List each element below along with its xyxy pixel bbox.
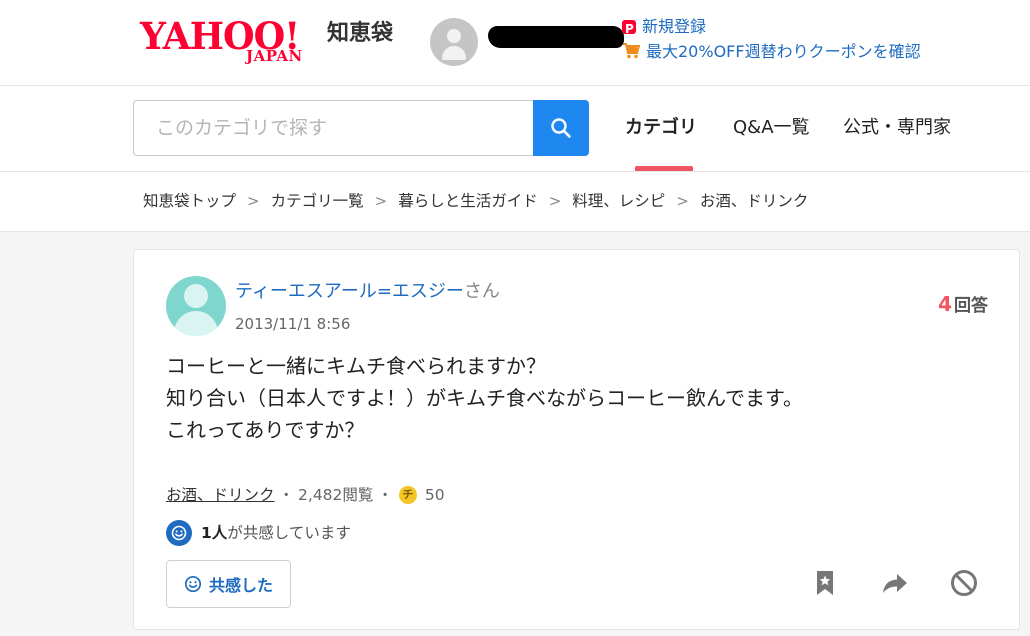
register-link[interactable]: 新規登録	[622, 16, 707, 40]
avatar-head-shape	[447, 29, 461, 43]
questioner-avatar[interactable]	[166, 276, 226, 336]
question-line: コーヒーと一緒にキムチ食べられますか？	[166, 354, 546, 378]
question-line: 知り合い（日本人ですよ！）がキムチ食べながらコーヒー飲んでます。	[166, 386, 803, 410]
breadcrumb-item-life-guide[interactable]: 暮らしと生活ガイド	[398, 190, 538, 212]
question-date: 2013/11/1 8:56	[235, 315, 351, 333]
questioner-name: ティーエスアール=エスジーさん	[235, 280, 500, 304]
avatar-torso-shape	[442, 46, 466, 60]
smile-outline-icon	[184, 575, 202, 593]
coupon-link-label: 最大20%OFF週替わりクーポンを確認	[646, 42, 921, 61]
answer-count-label: 回答	[954, 296, 988, 316]
question-meta: お酒、ドリンク ・ 2,482閲覧 ・ チ 50	[166, 484, 445, 506]
service-name[interactable]: 知恵袋	[327, 20, 393, 48]
coupon-link[interactable]: 最大20%OFF週替わりクーポンを確認	[622, 41, 921, 63]
breadcrumb: 知恵袋トップ > カテゴリ一覧 > 暮らしと生活ガイド > 料理、レシピ > お…	[0, 172, 1030, 232]
tab-official-experts[interactable]: 公式・専門家	[843, 116, 951, 140]
breadcrumb-separator: >	[676, 192, 689, 210]
empathy-button[interactable]: 共感した	[166, 560, 291, 608]
user-avatar[interactable]	[430, 18, 478, 66]
search-icon	[551, 118, 571, 138]
breadcrumb-list: 知恵袋トップ > カテゴリ一覧 > 暮らしと生活ガイド > 料理、レシピ > お…	[143, 190, 808, 212]
site-header: YAHOO! JAPAN 知恵袋 新規登録 最大20%OFF週替わりクーポンを確…	[0, 0, 1030, 86]
coin-icon: チ	[398, 486, 417, 504]
breadcrumb-item-cooking[interactable]: 料理、レシピ	[572, 190, 665, 212]
breadcrumb-separator: >	[247, 192, 260, 210]
category-search-input[interactable]	[134, 101, 535, 155]
view-count: 2,482閲覧	[298, 486, 374, 504]
meta-separator: ・	[377, 486, 393, 504]
breadcrumb-separator: >	[548, 192, 562, 210]
avatar-head-shape	[184, 284, 208, 308]
question-body: コーヒーと一緒にキムチ食べられますか？ 知り合い（日本人ですよ！）がキムチ食べな…	[166, 350, 986, 446]
answer-count[interactable]: 4 回答	[938, 292, 988, 318]
share-icon[interactable]	[880, 568, 910, 598]
redacted-username	[488, 26, 624, 48]
shopping-cart-icon	[623, 43, 640, 59]
avatar-torso-shape	[174, 311, 218, 336]
tab-qa-list[interactable]: Q&A一覧	[733, 116, 810, 140]
empathy-summary: 1人 が共感しています	[166, 520, 351, 546]
empathy-text: が共感しています	[227, 524, 351, 542]
logo-sub-text: JAPAN	[246, 47, 303, 65]
block-icon[interactable]	[949, 568, 979, 598]
register-link-label: 新規登録	[642, 17, 707, 36]
yahoo-japan-logo[interactable]: YAHOO! JAPAN	[140, 16, 320, 68]
empathy-count: 1人	[201, 524, 228, 542]
breadcrumb-item-top[interactable]: 知恵袋トップ	[143, 190, 236, 212]
answer-count-number: 4	[938, 292, 952, 316]
category-link[interactable]: お酒、ドリンク	[166, 484, 275, 506]
active-tab-indicator	[635, 166, 693, 171]
search-box	[133, 100, 535, 156]
questioner-name-link[interactable]: ティーエスアール=エスジー	[235, 281, 464, 302]
question-card: ティーエスアール=エスジーさん 2013/11/1 8:56 4 回答 コーヒーと…	[133, 249, 1020, 630]
paypay-icon	[622, 18, 636, 40]
coin-amount: 50	[424, 486, 445, 504]
smile-icon	[166, 520, 192, 546]
breadcrumb-item-drinks[interactable]: お酒、ドリンク	[700, 190, 809, 212]
bookmark-icon[interactable]	[810, 568, 840, 598]
tab-category[interactable]: カテゴリ	[625, 116, 697, 140]
breadcrumb-separator: >	[374, 192, 388, 210]
question-line: これってありですか？	[166, 418, 365, 442]
honorific-suffix: さん	[463, 281, 500, 302]
breadcrumb-item-categories[interactable]: カテゴリ一覧	[271, 190, 364, 212]
empathy-button-label: 共感した	[208, 576, 273, 595]
search-button[interactable]	[533, 100, 589, 156]
meta-separator: ・	[278, 486, 295, 504]
search-nav-bar: カテゴリ Q&A一覧 公式・専門家	[0, 86, 1030, 172]
